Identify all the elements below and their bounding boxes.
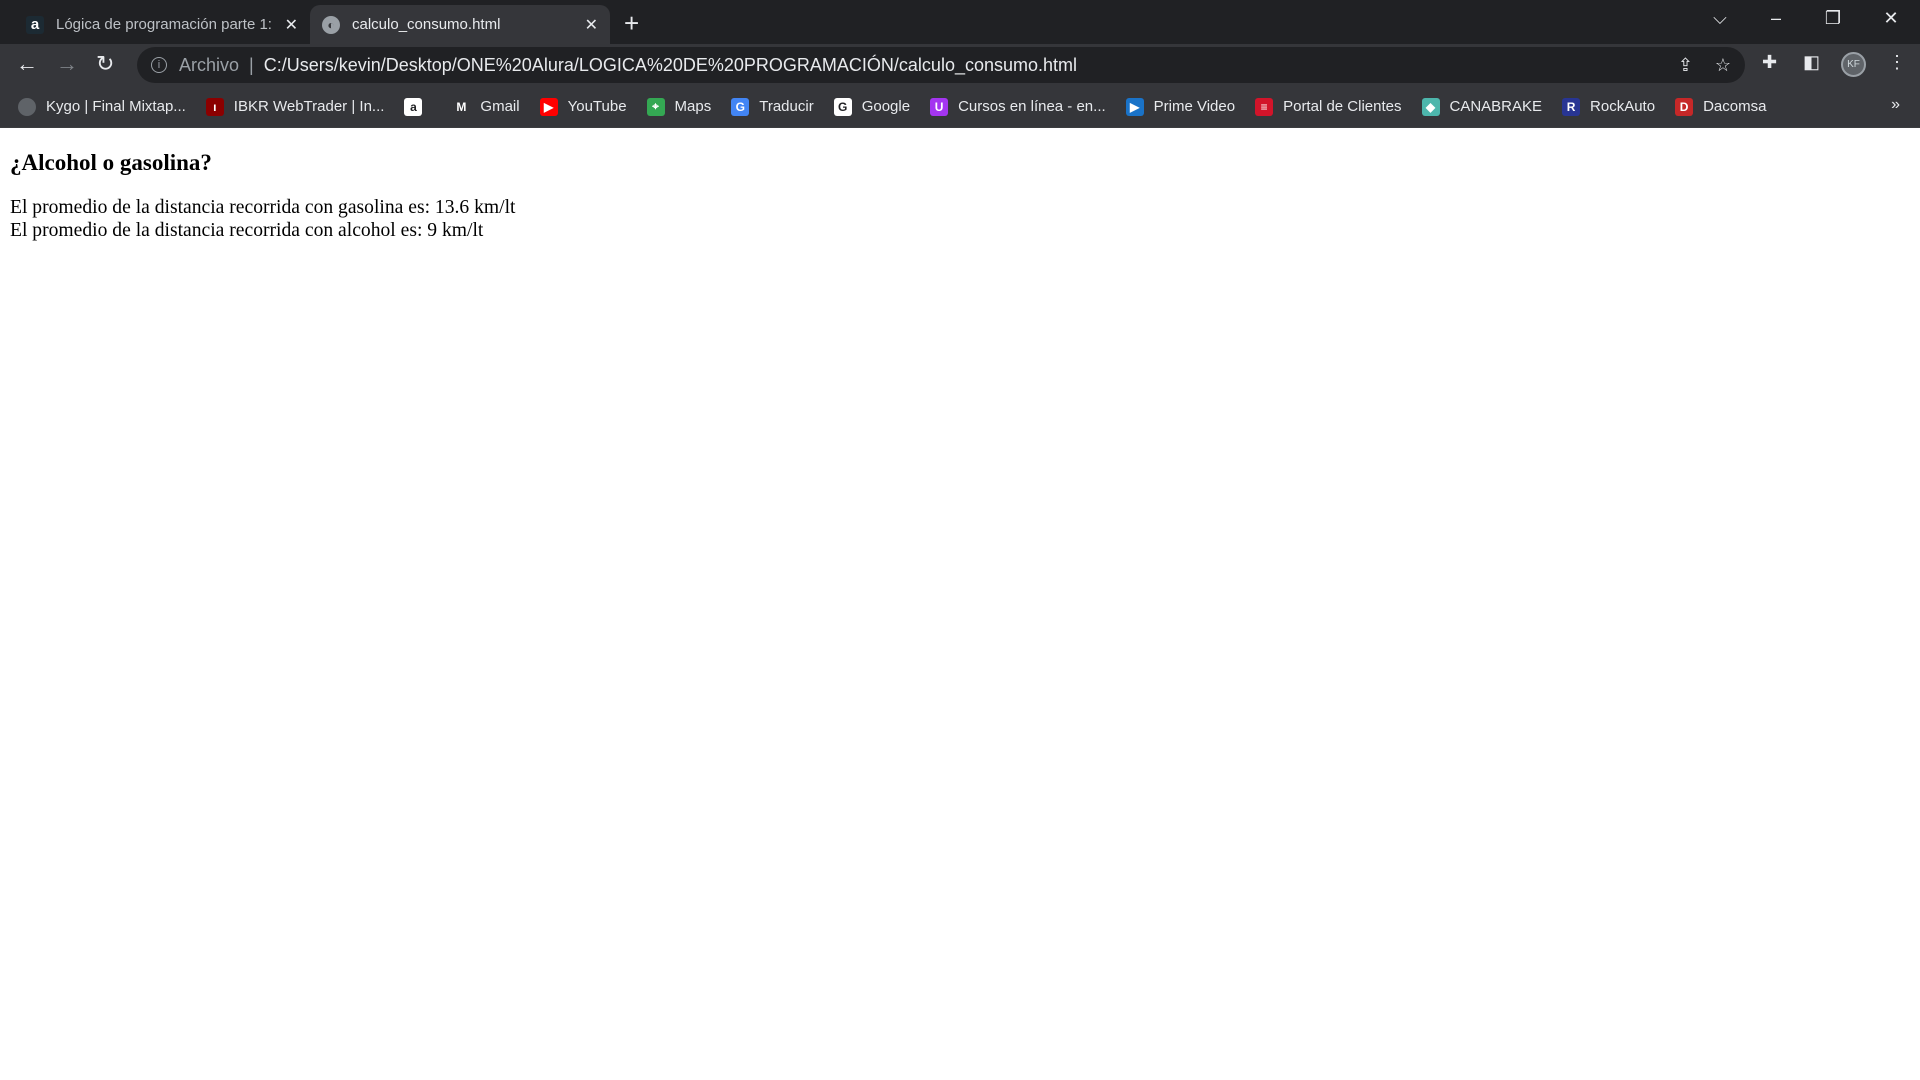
translate-icon: G [731, 97, 750, 116]
bookmark-label: IBKR WebTrader | In... [233, 98, 385, 115]
google-icon: G [833, 97, 852, 116]
close-tab-icon[interactable]: ✕ [285, 15, 298, 35]
menu-icon[interactable]: ⋮ [1888, 52, 1906, 73]
bookmark-label: Dacomsa [1703, 98, 1767, 115]
close-window-button[interactable]: ✕ [1871, 8, 1911, 29]
close-tab-icon[interactable]: ✕ [585, 15, 598, 35]
avatar[interactable]: KF [1841, 52, 1866, 77]
canabrake-icon: ◆ [1421, 97, 1440, 116]
bookmark-maps[interactable]: ⌖ Maps [646, 97, 712, 116]
tab-title: Lógica de programación parte 1: [56, 16, 272, 33]
toolbar: ← → ↻ i Archivo | C:/Users/kevin/Desktop… [0, 44, 1920, 86]
bookmark-ibkr[interactable]: ı IBKR WebTrader | In... [205, 97, 385, 116]
bookmark-label: CANABRAKE [1449, 98, 1543, 115]
bookmark-globe[interactable]: Kygo | Final Mixtap... [18, 97, 186, 116]
gasoline-result: El promedio de la distancia recorrida co… [10, 197, 516, 218]
bookmark-label: Cursos en línea - en... [958, 98, 1106, 115]
extensions-icon[interactable]: ✚ [1762, 52, 1777, 73]
divider: | [249, 54, 254, 75]
bookmark-canabrake[interactable]: ◆ CANABRAKE [1421, 97, 1543, 116]
bookmarks-bar: Kygo | Final Mixtap... ı IBKR WebTrader | … [0, 86, 1920, 128]
bookmark-star-icon[interactable]: ☆ [1715, 55, 1731, 76]
page-heading: ¿Alcohol o gasolina? [10, 150, 212, 175]
forward-button[interactable]: → [56, 51, 78, 77]
alcohol-result: El promedio de la distancia recorrida co… [10, 220, 484, 241]
tab-calculo-consumo[interactable]: ◐ calculo_consumo.html ✕ [310, 5, 610, 44]
rockauto-icon: R [1562, 97, 1581, 116]
page-content: ¿Alcohol o gasolina? El promedio de la d… [0, 128, 1920, 252]
more-bookmarks-icon[interactable]: » [1891, 96, 1900, 114]
tab-strip: a Lógica de programación parte 1: ✕ ◐ ca… [0, 0, 1920, 44]
tab-title: calculo_consumo.html [352, 16, 501, 33]
bookmark-label: Portal de Clientes [1283, 98, 1402, 115]
restore-button[interactable]: ❐ [1813, 8, 1853, 29]
bookmark-label: Maps [674, 98, 712, 115]
alura-icon: a [26, 15, 44, 34]
bookmark-label: RockAuto [1590, 98, 1656, 115]
url-text[interactable]: C:/Users/kevin/Desktop/ONE%20Alura/LOGIC… [264, 55, 1077, 76]
bookmark-translate[interactable]: G Traducir [731, 97, 814, 116]
globe-icon: ◐ [322, 15, 340, 34]
globe-icon [18, 97, 36, 116]
bookmark-portal[interactable]: ≡ Portal de Clientes [1255, 97, 1402, 116]
address-bar[interactable]: i Archivo | C:/Users/kevin/Desktop/ONE%2… [137, 47, 1745, 83]
udemy-icon: U [930, 97, 949, 116]
share-icon[interactable]: ⇪ [1678, 55, 1693, 76]
bookmark-label: Google [861, 98, 911, 115]
new-tab-button[interactable]: + [624, 8, 639, 39]
ibkr-icon: ı [205, 97, 224, 116]
bookmark-google[interactable]: G Google [833, 97, 911, 116]
bookmark-youtube[interactable]: ▶ YouTube [539, 97, 627, 116]
bookmark-prime-video[interactable]: ▶ Prime Video [1125, 97, 1236, 116]
info-icon[interactable]: i [151, 57, 167, 73]
bookmark-gmail[interactable]: M Gmail [452, 97, 520, 116]
maps-icon: ⌖ [646, 97, 665, 116]
bookmark-udemy[interactable]: U Cursos en línea - en... [930, 97, 1106, 116]
bookmark-label: Kygo | Final Mixtap... [46, 98, 186, 115]
bookmark-label: Traducir [759, 98, 814, 115]
bookmark-rockauto[interactable]: R RockAuto [1562, 97, 1656, 116]
reload-button[interactable]: ↻ [96, 51, 114, 77]
prime-video-icon: ▶ [1125, 97, 1144, 116]
bookmark-label: Gmail [480, 98, 520, 115]
gmail-icon: M [452, 97, 471, 116]
browser-chrome: a Lógica de programación parte 1: ✕ ◐ ca… [0, 0, 1920, 128]
bookmark-dacomsa[interactable]: D Dacomsa [1675, 97, 1767, 116]
minimize-button[interactable]: – [1756, 8, 1796, 29]
amazon-icon: a [404, 97, 423, 116]
scheme-label: Archivo [179, 54, 240, 75]
bookmark-label: YouTube [567, 98, 627, 115]
youtube-icon: ▶ [539, 97, 558, 116]
bookmark-label: Prime Video [1153, 98, 1236, 115]
side-panel-icon[interactable]: ◧ [1803, 52, 1820, 73]
dacomsa-icon: D [1675, 97, 1694, 116]
portal-icon: ≡ [1255, 97, 1274, 116]
bookmark-amazon[interactable]: a [404, 97, 432, 116]
back-button[interactable]: ← [16, 51, 38, 77]
tab-alura[interactable]: a Lógica de programación parte 1: ✕ [14, 5, 310, 44]
tab-search-icon[interactable]: ⌵ [1700, 8, 1740, 29]
